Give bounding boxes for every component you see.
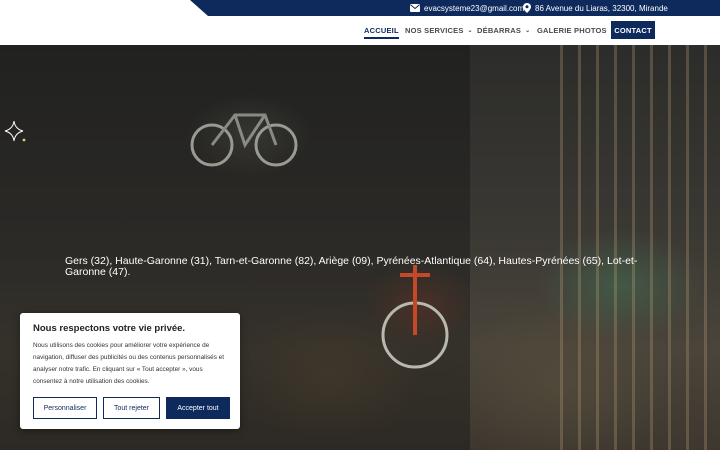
nav-item-galerie-photos[interactable]: GALERIE PHOTOS [537,26,607,35]
nav-item-label: ACCUEIL [364,26,399,35]
topbar-address: 86 Avenue du Liaras, 32300, Mirande [523,2,668,14]
sparkle-icon [4,120,26,142]
cookie-description: Nous utilisons des cookies pour améliore… [33,342,225,385]
nav-item-accueil[interactable]: ACCUEIL [364,26,399,39]
nav-item-label: NOS SERVICES [405,26,464,35]
reject-all-button[interactable]: Tout rejeter [103,397,160,419]
nav-item-nos-services[interactable]: NOS SERVICES ⌄ [405,26,473,35]
envelope-icon [410,4,420,12]
cookie-buttons: Personnaliser Tout rejeter Accepter tout [33,397,230,419]
contact-button-label: CONTACT [614,25,652,35]
topbar-email-link[interactable]: evacsysteme23@gmail.com [410,2,524,14]
customize-button[interactable]: Personnaliser [33,397,97,419]
topbar-email-text: evacsysteme23@gmail.com [424,3,525,13]
cookie-title: Nous respectons votre vie privée. [33,323,186,334]
hero-background-shelves [560,45,720,450]
nav-item-debarras[interactable]: DÉBARRAS ⌄ [477,26,530,35]
page: evacsysteme23@gmail.com 86 Avenue du Lia… [0,0,720,450]
main-navigation: ACCUEIL NOS SERVICES ⌄ DÉBARRAS ⌄ GALERI… [0,16,720,45]
cookie-consent-dialog: Nous respectons votre vie privée. Nous u… [20,313,240,429]
chevron-down-icon: ⌄ [467,28,473,34]
accept-all-button[interactable]: Accepter tout [166,397,230,419]
contact-button[interactable]: CONTACT [611,21,655,39]
topbar-address-text: 86 Avenue du Liaras, 32300, Mirande [535,3,668,13]
nav-item-label: GALERIE PHOTOS [537,26,607,35]
hero-service-areas: Gers (32), Haute-Garonne (31), Tarn-et-G… [65,255,638,278]
top-info-bar: evacsysteme23@gmail.com 86 Avenue du Lia… [0,0,720,16]
nav-item-label: DÉBARRAS [477,26,522,35]
bicycle-image [190,113,298,167]
chevron-down-icon: ⌄ [525,28,531,34]
map-pin-icon [523,3,531,13]
